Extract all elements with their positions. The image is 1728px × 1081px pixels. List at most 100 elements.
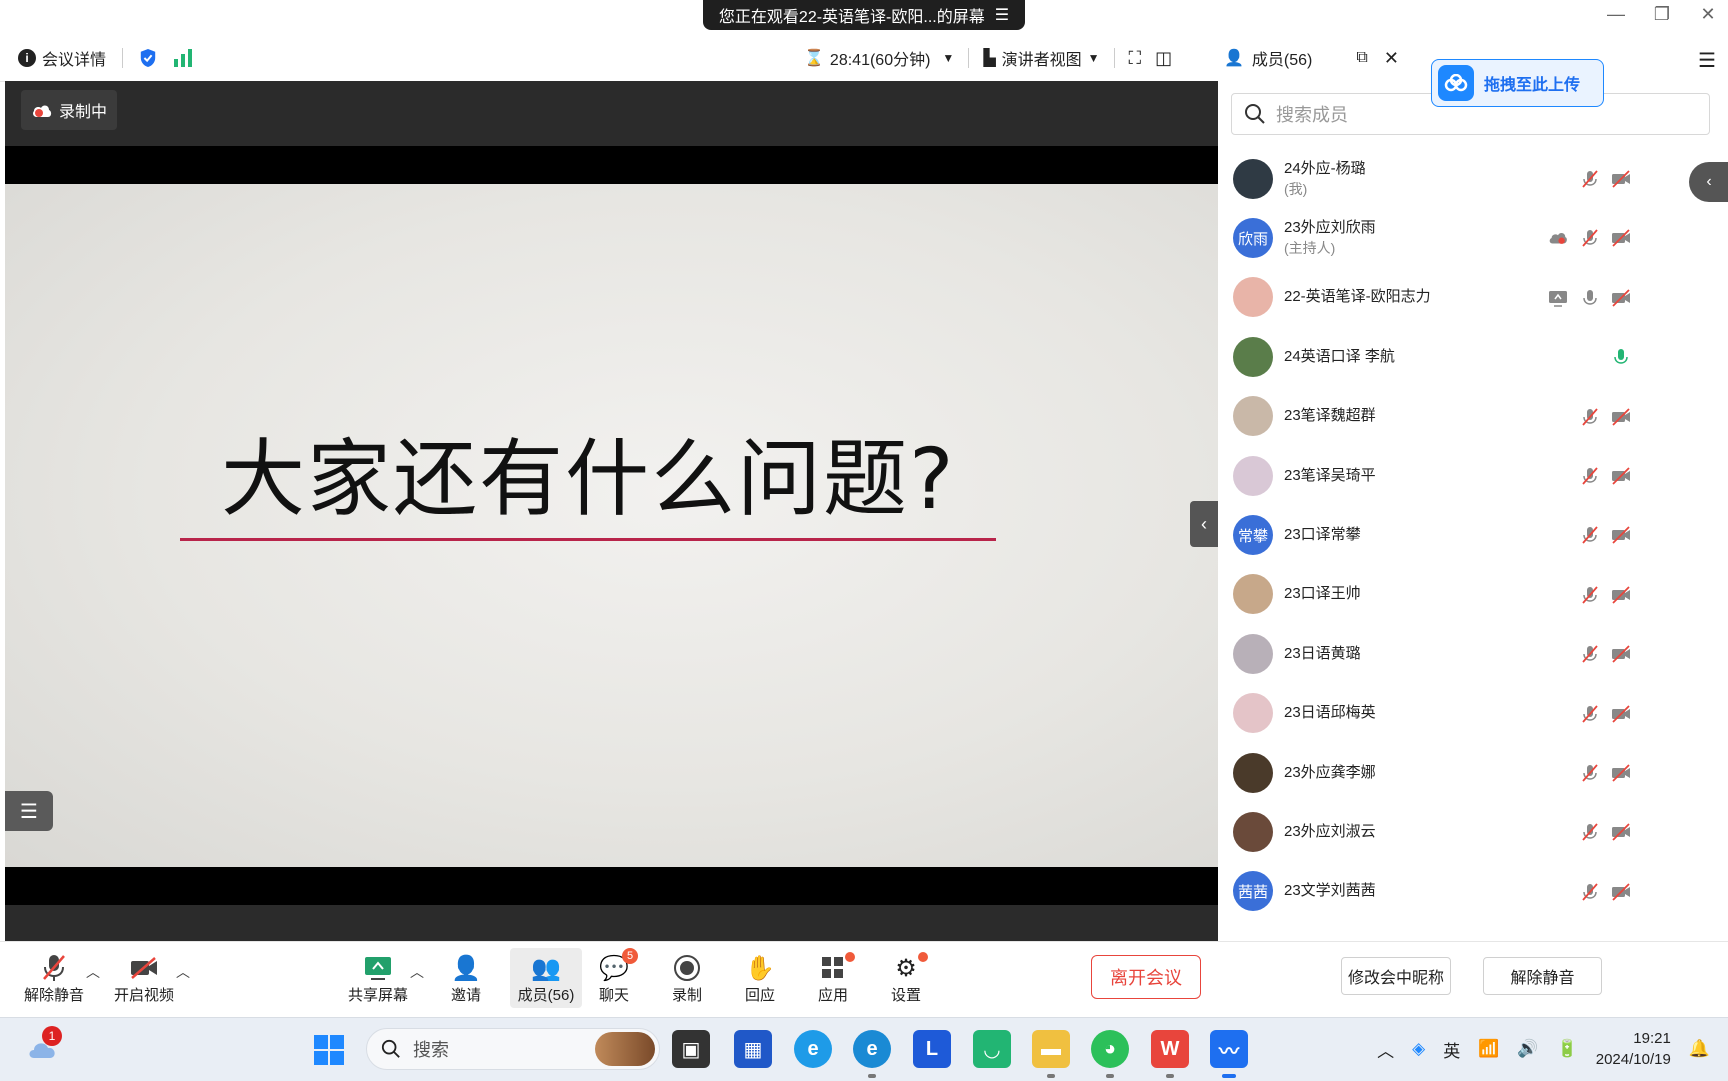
share-screen-button[interactable]: 共享屏幕 — [342, 952, 414, 1005]
screen-share-banner[interactable]: 您正在观看22-英语笔译-欧阳...的屏幕 ☰ — [703, 0, 1025, 30]
meeting-details-button[interactable]: i 会议详情 — [18, 46, 106, 70]
recording-indicator[interactable]: 录制中 — [21, 90, 117, 130]
chevron-up-icon[interactable]: ︿ — [176, 962, 190, 982]
menu-icon[interactable]: ☰ — [995, 5, 1009, 25]
edge-legacy-icon[interactable]: e — [794, 1030, 832, 1068]
minimize-icon[interactable]: — — [1606, 4, 1626, 25]
rename-button[interactable]: 修改会中昵称 — [1341, 957, 1451, 995]
notifications-icon[interactable]: 🔔 — [1689, 1039, 1710, 1059]
close-panel-icon[interactable]: ✕ — [1384, 48, 1399, 69]
tencent-meeting-icon[interactable]: 〰 — [1210, 1030, 1248, 1078]
unmute-all-button[interactable]: 解除静音 — [1483, 957, 1602, 995]
view-mode-dropdown[interactable]: ▙ 演讲者视图 ▼ — [983, 46, 1099, 70]
record-button[interactable]: 录制 — [651, 952, 723, 1005]
member-row[interactable]: 23外应刘淑云 — [1218, 802, 1728, 861]
avatar — [1233, 336, 1273, 377]
member-row[interactable]: 欣雨 23外应刘欣雨 (主持人) — [1218, 208, 1728, 267]
member-row[interactable]: 常攀 23口译常攀 — [1218, 505, 1728, 564]
members-button[interactable]: 👥 成员(56) — [510, 948, 582, 1008]
mic-off-icon[interactable] — [1580, 704, 1600, 724]
member-row[interactable]: 24外应-杨璐 (我) — [1218, 149, 1728, 208]
camera-off-icon[interactable] — [1611, 644, 1631, 664]
mic-on-icon[interactable] — [1580, 288, 1600, 308]
sidebar-toggle-icon[interactable]: ◫ — [1155, 48, 1172, 69]
mic-off-icon[interactable] — [1580, 228, 1600, 248]
hamburger-menu-icon[interactable]: ☰ — [1698, 48, 1716, 73]
camera-off-icon[interactable] — [1611, 288, 1631, 308]
member-name-block: 23文学刘茜茜 — [1284, 881, 1376, 901]
clock[interactable]: 19:21 2024/10/19 — [1596, 1028, 1671, 1070]
store-icon[interactable]: ▦ — [734, 1030, 772, 1068]
mic-off-icon[interactable] — [1580, 822, 1600, 842]
volume-icon[interactable]: 🔊 — [1517, 1039, 1538, 1059]
meeting-controls-bar: 解除静音 ︿ 开启视频 ︿ 共享屏幕 ︿ 👤 邀请 👥 成员(56) 💬 5 聊天 — [0, 941, 1218, 1017]
mic-off-icon[interactable] — [1580, 525, 1600, 545]
shopping-icon[interactable]: ◡ — [973, 1030, 1011, 1068]
restore-icon[interactable]: ❐ — [1652, 4, 1672, 25]
start-video-button[interactable]: 开启视频 — [108, 952, 180, 1005]
member-row[interactable]: 23日语黄璐 — [1218, 624, 1728, 683]
mic-off-icon[interactable] — [1580, 407, 1600, 427]
unmute-button[interactable]: 解除静音 — [18, 952, 90, 1005]
windows-taskbar: 1 搜索 ▣ ▦ e e L ◡ ▬ ◕ W 〰 ︿ ◈ 英 📶 🔊 🔋 19:… — [0, 1017, 1728, 1081]
popout-icon[interactable]: ⧉ — [1356, 49, 1367, 67]
camera-off-icon[interactable] — [1611, 525, 1631, 545]
member-row[interactable]: 23外应龚李娜 — [1218, 743, 1728, 802]
mic-off-icon[interactable] — [1580, 644, 1600, 664]
avatar: 茜茜 — [1233, 871, 1273, 912]
security-shield-icon[interactable] — [139, 48, 157, 68]
close-icon[interactable]: ✕ — [1698, 4, 1718, 25]
task-view-icon[interactable]: ▣ — [672, 1030, 710, 1068]
wps-icon[interactable]: W — [1151, 1030, 1189, 1078]
member-row[interactable]: 23口译王帅 — [1218, 565, 1728, 624]
signal-icon[interactable] — [173, 49, 193, 67]
chevron-up-icon[interactable]: ︿ — [1377, 1037, 1394, 1062]
camera-off-icon[interactable] — [1611, 704, 1631, 724]
file-explorer-icon[interactable]: ▬ — [1032, 1030, 1070, 1078]
mic-off-icon[interactable] — [1580, 169, 1600, 189]
settings-button[interactable]: ⚙ 设置 — [870, 952, 942, 1005]
chat-button[interactable]: 💬 5 聊天 — [578, 948, 650, 1005]
camera-off-icon[interactable] — [1611, 169, 1631, 189]
tray-app-icon[interactable]: ◈ — [1412, 1039, 1425, 1059]
start-icon[interactable] — [313, 1034, 345, 1066]
collapse-panel-button[interactable]: ‹ — [1190, 501, 1218, 547]
list-menu-button[interactable]: ☰ — [5, 791, 53, 831]
battery-icon[interactable]: 🔋 — [1557, 1039, 1578, 1059]
wifi-icon[interactable]: 📶 — [1478, 1039, 1499, 1059]
chevron-up-icon[interactable]: ︿ — [86, 962, 100, 982]
side-drawer-toggle[interactable]: ‹ — [1689, 162, 1728, 202]
camera-off-icon[interactable] — [1611, 228, 1631, 248]
camera-off-icon[interactable] — [1611, 585, 1631, 605]
fullscreen-icon[interactable]: ⛶ — [1129, 48, 1142, 69]
upload-drop-target[interactable]: 拖拽至此上传 — [1431, 59, 1604, 107]
camera-off-icon[interactable] — [1611, 882, 1631, 902]
taskbar-search[interactable]: 搜索 — [366, 1028, 660, 1070]
camera-off-icon[interactable] — [1611, 763, 1631, 783]
member-row[interactable]: 茜茜 23文学刘茜茜 — [1218, 862, 1728, 921]
wechat-icon[interactable]: ◕ — [1091, 1030, 1129, 1078]
apps-button[interactable]: 应用 — [797, 952, 869, 1005]
lenovo-icon[interactable]: L — [913, 1030, 951, 1068]
camera-off-icon[interactable] — [1611, 407, 1631, 427]
leave-meeting-button[interactable]: 离开会议 — [1091, 955, 1201, 999]
mic-active-icon[interactable] — [1611, 347, 1631, 367]
member-row[interactable]: 23笔译魏超群 — [1218, 387, 1728, 446]
camera-off-icon[interactable] — [1611, 466, 1631, 486]
mic-off-icon[interactable] — [1580, 763, 1600, 783]
react-button[interactable]: ✋ 回应 — [724, 952, 796, 1005]
mic-off-icon[interactable] — [1580, 585, 1600, 605]
member-row[interactable]: 23日语邱梅英 — [1218, 684, 1728, 743]
camera-off-icon[interactable] — [1611, 822, 1631, 842]
invite-button[interactable]: 👤 邀请 — [430, 952, 502, 1005]
chevron-up-icon[interactable]: ︿ — [410, 962, 424, 982]
mic-off-icon[interactable] — [1580, 882, 1600, 902]
member-row[interactable]: 23笔译吴琦平 — [1218, 446, 1728, 505]
member-row[interactable]: 22-英语笔译-欧阳志力 — [1218, 268, 1728, 327]
meeting-details-label: 会议详情 — [42, 52, 107, 69]
mic-off-icon[interactable] — [1580, 466, 1600, 486]
ime-indicator[interactable]: 英 — [1443, 1037, 1460, 1062]
edge-icon[interactable]: e — [853, 1030, 891, 1078]
timer[interactable]: ⌛ 28:41(60分钟) ▼ — [804, 46, 954, 70]
member-row[interactable]: 24英语口译 李航 — [1218, 327, 1728, 386]
